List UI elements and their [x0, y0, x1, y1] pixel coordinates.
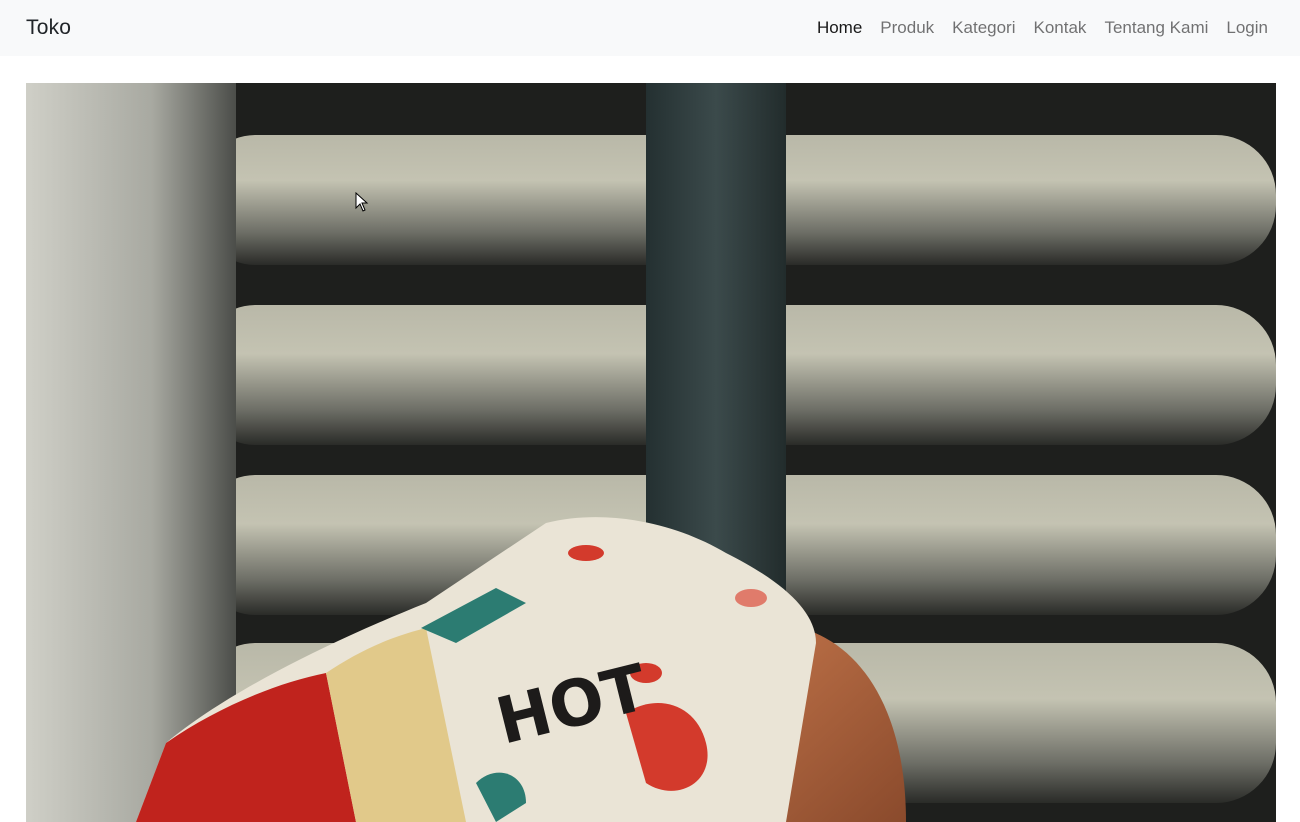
wall-left — [26, 83, 236, 822]
window-post — [646, 83, 786, 603]
nav-item-kontak: Kontak — [1034, 18, 1087, 38]
nav-link-login[interactable]: Login — [1226, 18, 1268, 37]
nav-item-kategori: Kategori — [952, 18, 1015, 38]
hero-image: HOT — [26, 83, 1276, 822]
hero-photo: HOT — [26, 83, 1276, 822]
nav-item-home: Home — [817, 18, 862, 38]
nav-item-produk: Produk — [880, 18, 934, 38]
nav-item-tentang-kami: Tentang Kami — [1104, 18, 1208, 38]
nav-link-kontak[interactable]: Kontak — [1034, 18, 1087, 37]
nav-menu: Home Produk Kategori Kontak Tentang Kami… — [799, 18, 1268, 38]
nav-item-login: Login — [1226, 18, 1268, 38]
nav-link-produk[interactable]: Produk — [880, 18, 934, 37]
nav-link-home[interactable]: Home — [817, 18, 862, 37]
brand-link[interactable]: Toko — [26, 16, 71, 40]
navbar: Toko Home Produk Kategori Kontak Tentang… — [0, 0, 1300, 56]
nav-link-tentang-kami[interactable]: Tentang Kami — [1104, 18, 1208, 37]
nav-link-kategori[interactable]: Kategori — [952, 18, 1015, 37]
